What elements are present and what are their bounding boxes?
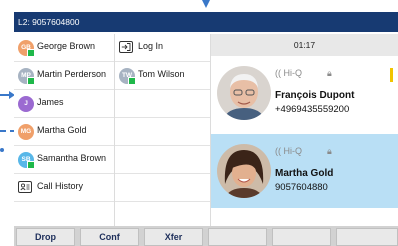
avatar: MG <box>18 124 34 140</box>
empty-key[interactable] <box>115 146 210 174</box>
lock-icon: 🔒︎ <box>327 68 332 78</box>
call-panel: 01:17 (( Hi-Q 🔒︎ François Dupont +496943… <box>211 34 398 226</box>
empty-softkey[interactable] <box>272 228 331 246</box>
contact-george-brown[interactable]: GB George Brown <box>14 34 114 62</box>
caller-name: Martha Gold <box>275 168 334 179</box>
hd-audio-indicator: (( Hi-Q <box>275 68 302 78</box>
call-item-active[interactable]: (( Hi-Q 🔒︎ Martha Gold 9057604880 <box>211 134 398 208</box>
avatar: SB <box>18 152 35 169</box>
call-history-label: Call History <box>37 181 84 191</box>
login-icon <box>119 41 133 53</box>
xfer-softkey[interactable]: Xfer <box>144 228 203 246</box>
contact-name: Martha Gold <box>37 125 87 135</box>
call-item-held[interactable]: (( Hi-Q 🔒︎ François Dupont +496943555920… <box>211 56 398 130</box>
contact-james[interactable]: J James <box>14 90 114 118</box>
empty-key[interactable] <box>115 90 210 118</box>
login-key[interactable]: Log In <box>115 34 210 62</box>
drop-softkey[interactable]: Drop <box>16 228 75 246</box>
contact-name: Samantha Brown <box>37 153 107 163</box>
avatar: TW <box>119 68 136 85</box>
contact-name: James <box>37 97 64 107</box>
call-timer: 01:17 <box>211 34 398 56</box>
hd-audio-indicator: (( Hi-Q <box>275 146 302 156</box>
empty-key[interactable] <box>115 174 210 202</box>
contact-name: George Brown <box>37 41 96 51</box>
softkey-bar: Drop Conf Xfer <box>14 226 398 246</box>
empty-softkey[interactable] <box>336 228 398 246</box>
caller-number: +4969435559200 <box>275 104 350 115</box>
presence-online-icon <box>27 161 35 169</box>
hold-indicator <box>390 68 393 82</box>
presence-online-icon <box>27 49 35 57</box>
contact-name: Martin Perderson <box>37 69 107 79</box>
contact-martin-perderson[interactable]: MP Martin Perderson <box>14 62 114 90</box>
conf-softkey[interactable]: Conf <box>80 228 139 246</box>
caller-name: François Dupont <box>275 90 355 101</box>
presence-online-icon <box>27 77 35 85</box>
login-label: Log In <box>138 41 164 51</box>
avatar: MP <box>18 68 35 85</box>
line-status-bar: L2: 9057604800 <box>14 12 398 32</box>
presence-online-icon <box>128 77 136 85</box>
phone-screen: L2: 9057604800 GB George Brown MP Martin… <box>14 12 398 246</box>
avatar: GB <box>18 40 35 57</box>
speed-dial-column-2: Log In TW Tom Wilson <box>115 34 211 226</box>
annotation-arrow-top <box>202 0 210 8</box>
contact-name: Tom Wilson <box>138 69 185 79</box>
annotation-dot <box>0 148 4 152</box>
line-label: L2: 9057604800 <box>18 17 80 27</box>
avatar: J <box>18 96 34 112</box>
contact-martha-gold[interactable]: MG Martha Gold <box>14 118 114 146</box>
annotation-arrow-left <box>0 91 15 99</box>
caller-photo <box>217 66 271 120</box>
contact-samantha-brown[interactable]: SB Samantha Brown <box>14 146 114 174</box>
empty-softkey[interactable] <box>208 228 267 246</box>
caller-photo <box>217 144 271 198</box>
contact-tom-wilson[interactable]: TW Tom Wilson <box>115 62 210 90</box>
call-history-key[interactable]: Call History <box>14 174 114 202</box>
call-history-icon <box>18 181 32 193</box>
empty-key[interactable] <box>115 118 210 146</box>
caller-number: 9057604880 <box>275 182 328 193</box>
lock-icon: 🔒︎ <box>327 146 332 156</box>
speed-dial-column-1: GB George Brown MP Martin Perderson J Ja… <box>14 34 115 226</box>
